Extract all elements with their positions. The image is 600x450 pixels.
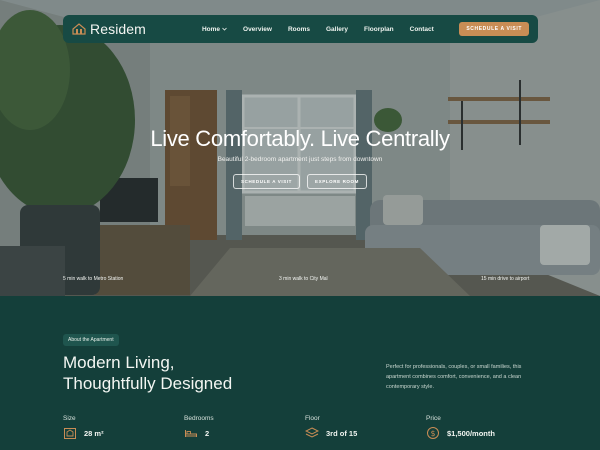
- bed-icon: [185, 430, 197, 437]
- nav-item-rooms[interactable]: Rooms: [288, 26, 310, 33]
- spec-bedrooms: Bedrooms 2: [184, 415, 214, 440]
- navbar: Residem Home Overview Rooms Gallery Floo…: [63, 15, 538, 43]
- nav-item-home[interactable]: Home: [202, 26, 227, 33]
- spec-label: Price: [426, 415, 441, 422]
- logo[interactable]: Residem: [72, 21, 146, 37]
- brand-name: Residem: [90, 21, 146, 37]
- spec-label: Size: [63, 415, 76, 422]
- about-title: Modern Living, Thoughtfully Designed: [63, 352, 232, 394]
- nav-item-label: Home: [201, 25, 221, 33]
- building-logo-icon: [72, 23, 86, 35]
- nav-item-gallery[interactable]: Gallery: [326, 26, 348, 33]
- hero-section: Residem Home Overview Rooms Gallery Floo…: [0, 0, 600, 296]
- svg-text:$: $: [431, 429, 436, 438]
- about-badge: About the Apartment: [63, 334, 119, 346]
- location-airport: 15 min drive to airport: [481, 276, 530, 282]
- hero-headline: Live Comfortably. Live Centrally: [150, 126, 450, 151]
- spec-value: 3rd of 15: [326, 428, 358, 438]
- explore-room-button[interactable]: EXPLORE ROOM: [307, 174, 367, 189]
- hero-buttons: SCHEDULE A VISIT EXPLORE ROOM: [0, 174, 600, 189]
- spec-value: $1,500/month: [447, 428, 495, 438]
- hero-subline: Beautiful 2-bedroom apartment just steps…: [217, 156, 383, 163]
- schedule-visit-button[interactable]: SCHEDULE A VISIT: [459, 22, 529, 36]
- location-city-mall: 3 min walk to City Mal: [279, 276, 328, 282]
- size-icon: [64, 428, 76, 439]
- spec-value: 28 m²: [84, 428, 104, 438]
- nav-item-contact[interactable]: Contact: [410, 26, 434, 33]
- chevron-down-icon: [222, 27, 227, 31]
- location-metro: 5 min walk to Metro Station: [63, 276, 124, 282]
- spec-price: Price $ $1,500/month: [426, 415, 495, 440]
- spec-value: 2: [205, 428, 210, 438]
- about-title-line-2: Thoughtfully Designed: [63, 374, 233, 393]
- main-menu: Home Overview Rooms Gallery Floorplan Co…: [202, 26, 450, 33]
- about-title-line-1: Modern Living,: [63, 353, 175, 372]
- nav-item-overview[interactable]: Overview: [243, 26, 272, 33]
- hero-schedule-visit-button[interactable]: SCHEDULE A VISIT: [233, 174, 301, 189]
- spec-label: Floor: [305, 415, 320, 422]
- about-description: Perfect for professionals, couples, or s…: [386, 364, 522, 390]
- nav-item-floorplan[interactable]: Floorplan: [364, 26, 394, 33]
- dollar-icon: $: [427, 427, 439, 439]
- spec-size: Size 28 m²: [63, 415, 104, 440]
- spec-label: Bedrooms: [184, 415, 214, 422]
- layers-icon: [305, 427, 319, 438]
- about-section: About the Apartment Modern Living, Thoug…: [0, 296, 600, 450]
- spec-floor: Floor 3rd of 15: [305, 415, 357, 440]
